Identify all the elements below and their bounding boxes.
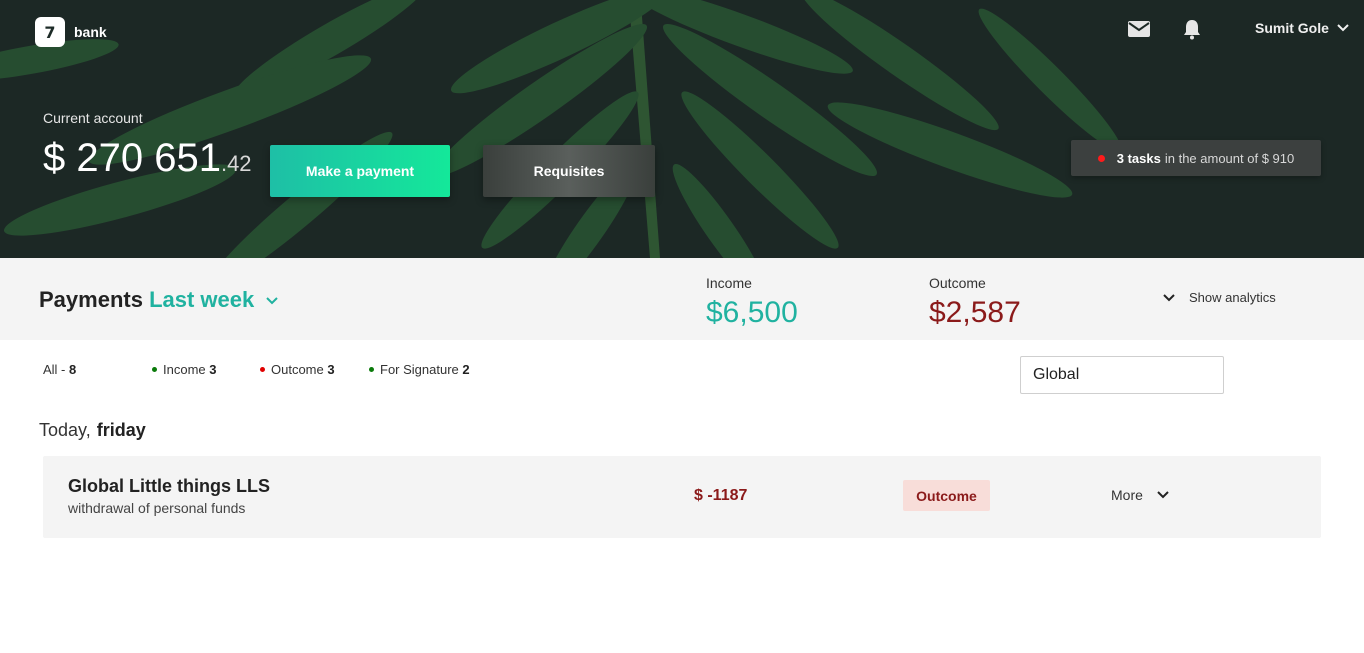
logo-mark: 7 [35,17,65,47]
filter-outcome-label: Outcome [271,362,328,377]
more-button[interactable]: More [1111,487,1169,503]
balance-main: $ 270 651 [43,136,221,180]
bank-logo[interactable]: 7 bank [35,17,107,47]
outcome-label: Outcome [929,275,986,291]
transaction-description: withdrawal of personal funds [68,500,246,516]
bell-icon[interactable] [1182,18,1202,40]
filter-income[interactable]: Income 3 [152,362,216,377]
chevron-down-icon [1163,293,1175,301]
transaction-amount: $ -1187 [694,487,748,504]
chevron-down-icon[interactable] [266,297,279,305]
chevron-down-icon [1157,491,1169,499]
more-label: More [1111,487,1143,503]
outcome-dot-icon [260,367,265,373]
payments-summary-bar: Payments Last week Income $6,500 Outcome… [0,258,1364,340]
status-badge: Outcome [903,480,990,511]
tasks-count: 3 tasks [1116,150,1161,166]
search-input[interactable] [1020,356,1224,394]
make-payment-button[interactable]: Make a payment [270,145,450,197]
filter-signature-count: 2 [462,362,470,377]
user-name: Sumit Gole [1255,20,1329,36]
filter-outcome-count: 3 [327,362,335,377]
filter-all-count: 8 [69,362,77,377]
user-menu[interactable]: Sumit Gole [1255,20,1349,36]
header-icons [1127,18,1202,40]
chevron-down-icon [1337,24,1349,32]
income-dot-icon [152,367,157,373]
mail-icon[interactable] [1127,19,1151,39]
transaction-row[interactable]: Global Little things LLS withdrawal of p… [43,456,1321,538]
account-hero: 7 bank Sumit Gole Current account $ 270 … [0,0,1364,258]
pending-tasks-badge[interactable]: 3 tasks in the amount of $ 910 [1071,140,1321,176]
requisites-button[interactable]: Requisites [483,145,655,197]
income-value: $6,500 [706,296,798,329]
filter-income-count: 3 [209,362,217,377]
show-analytics-toggle[interactable]: Show analytics [1163,290,1276,305]
show-analytics-label: Show analytics [1189,290,1276,305]
account-balance: $ 270 651.42 [43,136,252,181]
tasks-amount: in the amount of $ 910 [1164,150,1295,166]
filter-all[interactable]: All - 8 [43,362,76,377]
filter-outcome[interactable]: Outcome 3 [260,362,335,377]
signature-dot-icon [369,367,374,373]
account-label: Current account [43,110,143,126]
day-name: friday [96,420,146,440]
filter-signature-label: For Signature [380,362,463,377]
transaction-name: Global Little things LLS [68,476,270,496]
logo-text: bank [74,24,107,40]
period-selector[interactable]: Last week [149,287,254,312]
payments-title: Payments Last week [39,287,279,313]
income-label: Income [706,275,752,291]
filter-income-label: Income [163,362,210,377]
day-prefix: Today, [39,420,91,440]
filter-for-signature[interactable]: For Signature 2 [369,362,470,377]
filter-all-label: All - [43,362,69,377]
outcome-value: $2,587 [929,296,1021,329]
balance-cents: .42 [220,151,252,176]
payments-title-label: Payments [39,287,143,312]
task-alert-dot [1097,154,1105,162]
day-heading: Today, friday [39,420,146,441]
